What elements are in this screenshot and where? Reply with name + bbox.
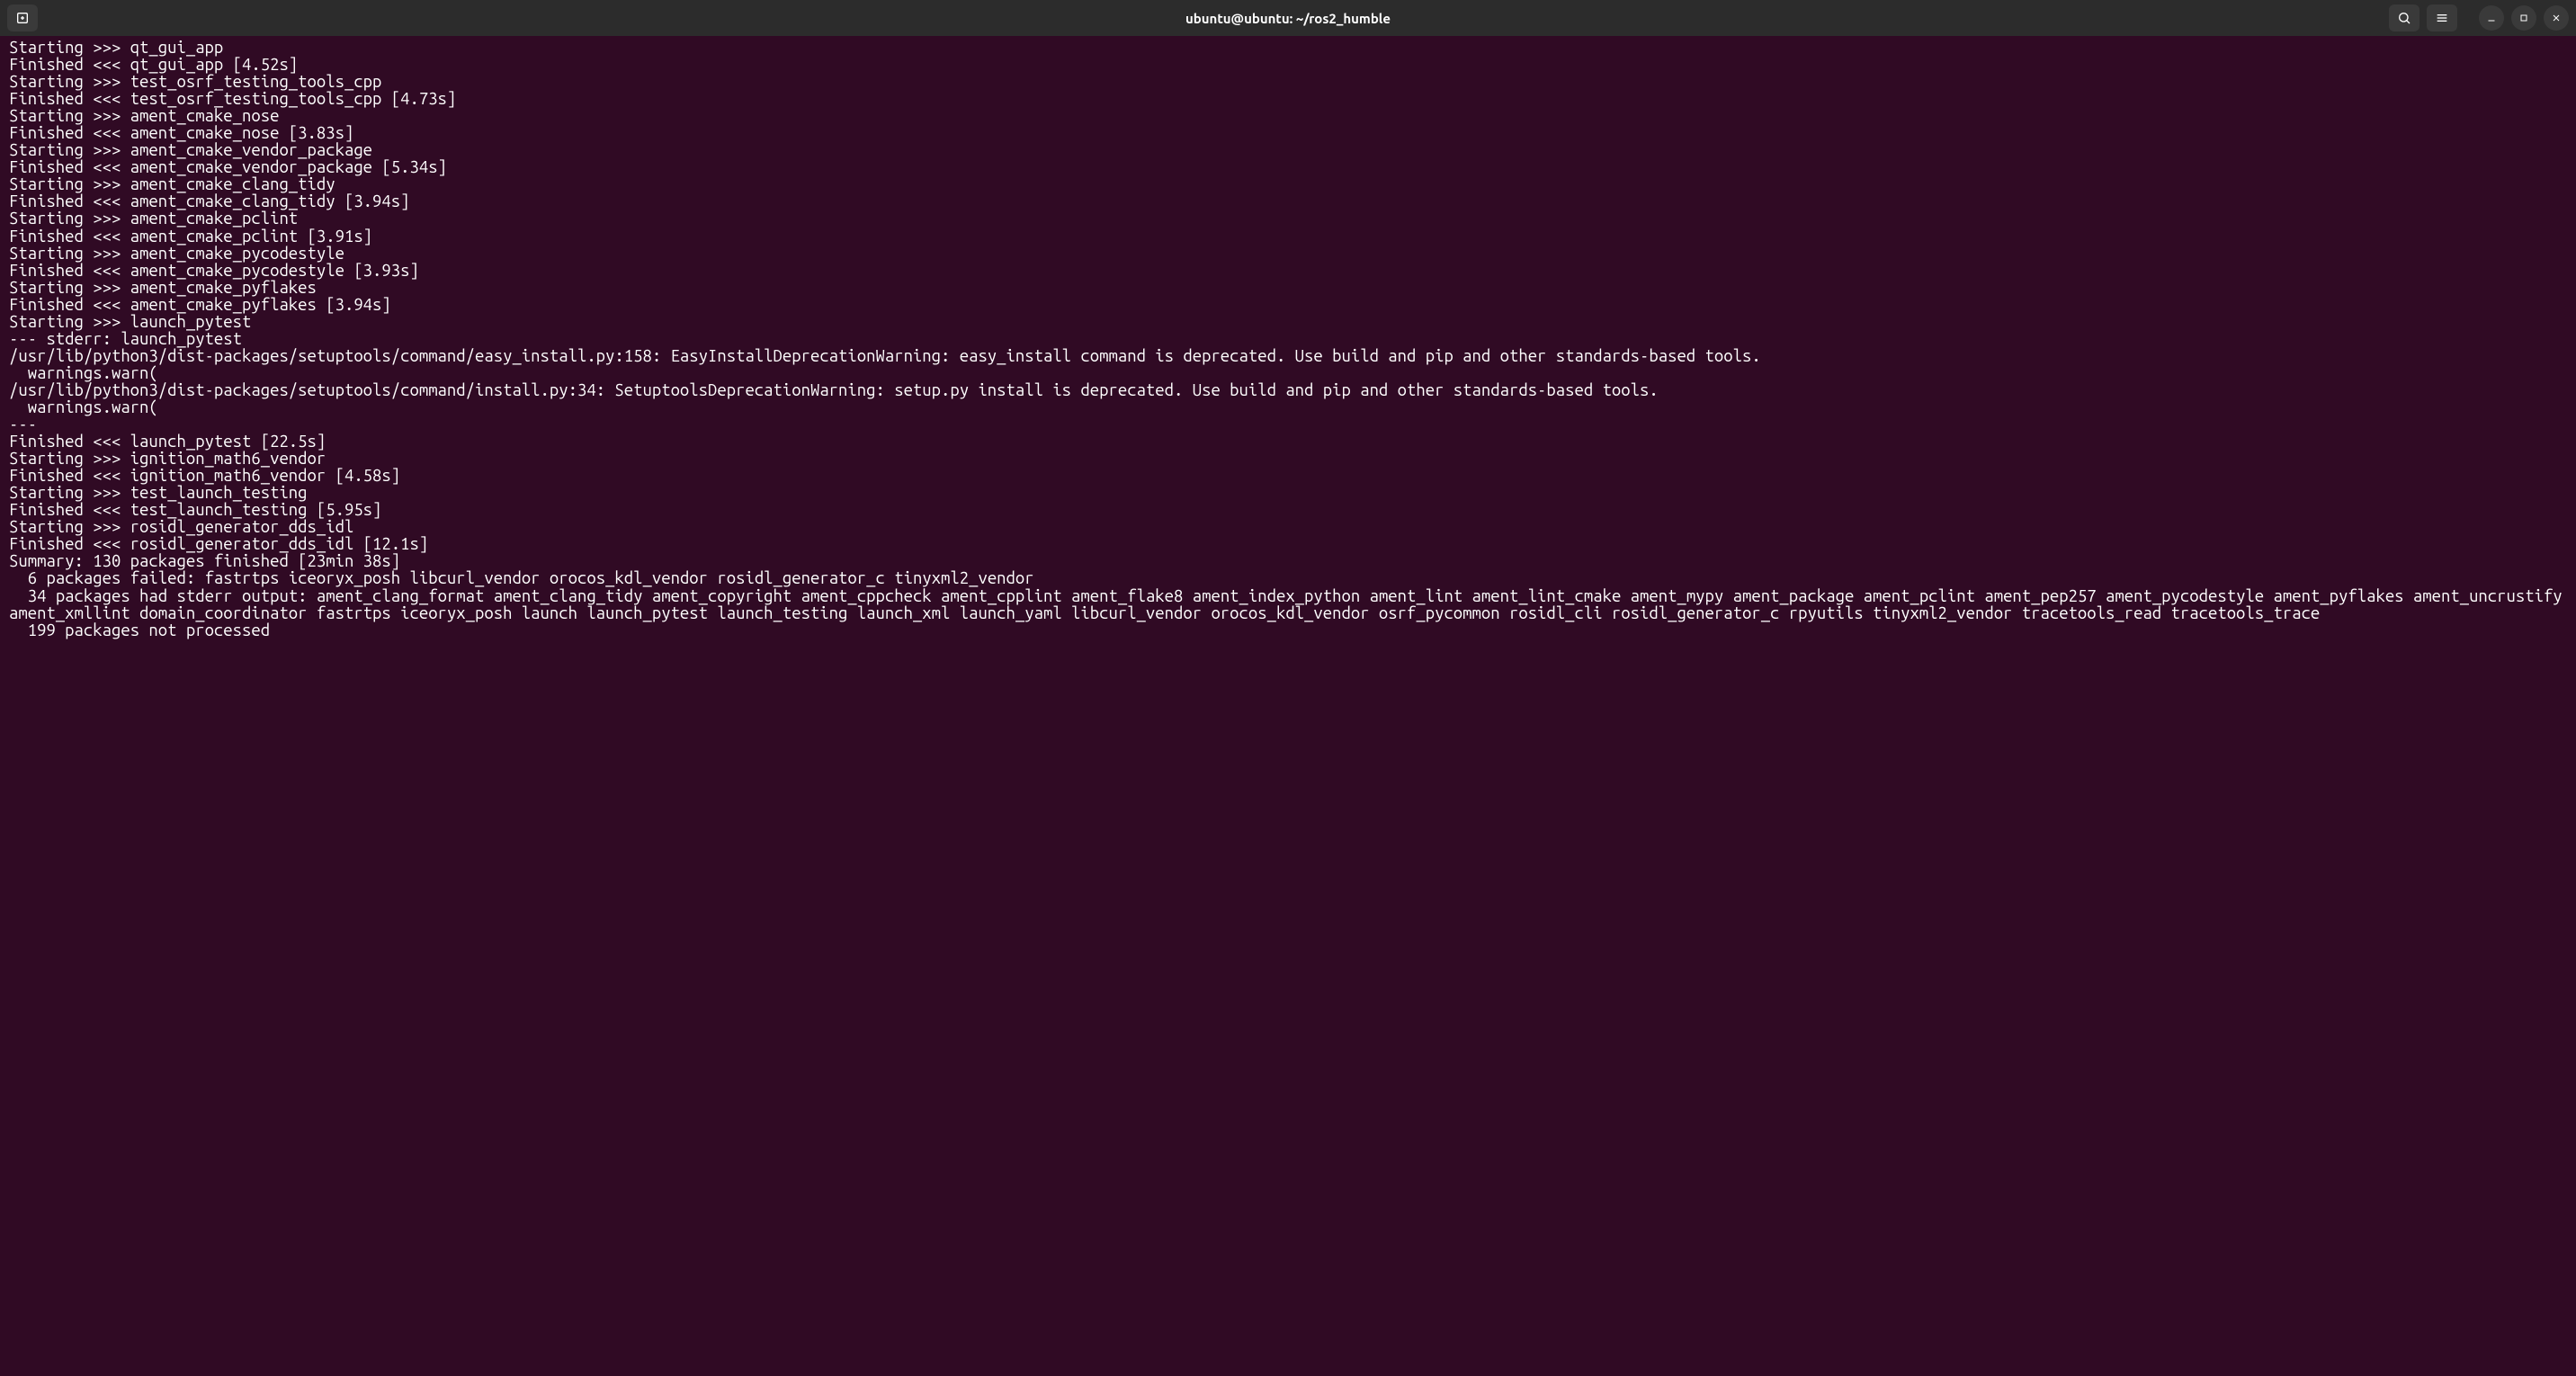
terminal-line: Finished <<< ignition_math6_vendor [4.58… <box>9 468 2567 485</box>
terminal-line: Starting >>> ament_cmake_pyflakes <box>9 280 2567 297</box>
terminal-line: Finished <<< qt_gui_app [4.52s] <box>9 57 2567 74</box>
terminal-line: Finished <<< ament_cmake_pclint [3.91s] <box>9 228 2567 246</box>
terminal-line: Starting >>> ament_cmake_pclint <box>9 210 2567 228</box>
terminal-line: Starting >>> qt_gui_app <box>9 40 2567 57</box>
new-tab-button[interactable] <box>7 4 38 31</box>
terminal-line: warnings.warn( <box>9 365 2567 382</box>
titlebar-right <box>2389 4 2569 31</box>
terminal-line: Finished <<< test_osrf_testing_tools_cpp… <box>9 91 2567 108</box>
terminal-line: warnings.warn( <box>9 399 2567 416</box>
terminal-line: Finished <<< ament_cmake_pycodestyle [3.… <box>9 263 2567 280</box>
window-titlebar: ubuntu@ubuntu: ~/ros2_humble <box>0 0 2576 36</box>
terminal-line: Starting >>> test_launch_testing <box>9 485 2567 502</box>
terminal-line: Starting >>> ignition_math6_vendor <box>9 451 2567 468</box>
minimize-button[interactable] <box>2479 5 2504 31</box>
terminal-output[interactable]: Starting >>> qt_gui_appFinished <<< qt_g… <box>0 36 2576 1376</box>
menu-button[interactable] <box>2427 4 2457 31</box>
terminal-line: 6 packages failed: fastrtps iceoryx_posh… <box>9 570 2567 587</box>
maximize-button[interactable] <box>2511 5 2536 31</box>
search-button[interactable] <box>2389 4 2419 31</box>
terminal-line: Starting >>> test_osrf_testing_tools_cpp <box>9 74 2567 91</box>
terminal-line: Finished <<< test_launch_testing [5.95s] <box>9 502 2567 519</box>
terminal-line: --- stderr: launch_pytest <box>9 331 2567 348</box>
close-button[interactable] <box>2544 5 2569 31</box>
terminal-line: Starting >>> ament_cmake_nose <box>9 108 2567 125</box>
terminal-line: /usr/lib/python3/dist-packages/setuptool… <box>9 382 2567 399</box>
terminal-line: Finished <<< launch_pytest [22.5s] <box>9 433 2567 451</box>
terminal-line: 199 packages not processed <box>9 622 2567 639</box>
titlebar-left <box>7 4 38 31</box>
terminal-line: Finished <<< ament_cmake_nose [3.83s] <box>9 125 2567 142</box>
terminal-line: Starting >>> ament_cmake_pycodestyle <box>9 246 2567 263</box>
terminal-line: 34 packages had stderr output: ament_cla… <box>9 588 2567 622</box>
terminal-line: Finished <<< ament_cmake_vendor_package … <box>9 159 2567 176</box>
terminal-line: Starting >>> ament_cmake_clang_tidy <box>9 176 2567 193</box>
terminal-line: Summary: 130 packages finished [23min 38… <box>9 553 2567 570</box>
terminal-line: Starting >>> launch_pytest <box>9 314 2567 331</box>
terminal-line: Starting >>> rosidl_generator_dds_idl <box>9 519 2567 536</box>
terminal-line: Finished <<< rosidl_generator_dds_idl [1… <box>9 536 2567 553</box>
terminal-line: Starting >>> ament_cmake_vendor_package <box>9 142 2567 159</box>
terminal-line: --- <box>9 416 2567 433</box>
terminal-line: Finished <<< ament_cmake_pyflakes [3.94s… <box>9 297 2567 314</box>
terminal-line: /usr/lib/python3/dist-packages/setuptool… <box>9 348 2567 365</box>
window-title: ubuntu@ubuntu: ~/ros2_humble <box>1185 11 1391 26</box>
terminal-line: Finished <<< ament_cmake_clang_tidy [3.9… <box>9 193 2567 210</box>
